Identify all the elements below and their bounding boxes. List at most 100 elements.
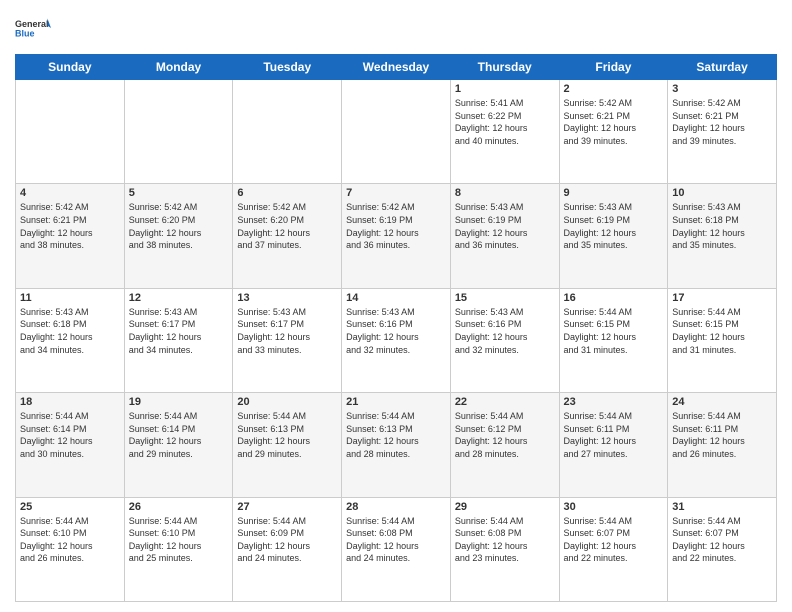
day-info: Sunrise: 5:43 AM Sunset: 6:18 PM Dayligh… [20,306,120,356]
day-info: Sunrise: 5:44 AM Sunset: 6:15 PM Dayligh… [564,306,664,356]
calendar-cell [124,80,233,184]
calendar-cell: 5 Sunrise: 5:42 AM Sunset: 6:20 PM Daylig… [124,184,233,288]
day-number: 7 [346,187,446,199]
day-info: Sunrise: 5:44 AM Sunset: 6:10 PM Dayligh… [20,515,120,565]
day-info: Sunrise: 5:44 AM Sunset: 6:13 PM Dayligh… [237,410,337,460]
day-info: Sunrise: 5:43 AM Sunset: 6:19 PM Dayligh… [564,201,664,251]
day-info: Sunrise: 5:42 AM Sunset: 6:20 PM Dayligh… [129,201,229,251]
day-number: 5 [129,187,229,199]
day-number: 1 [455,83,555,95]
calendar-cell: 9 Sunrise: 5:43 AM Sunset: 6:19 PM Daylig… [559,184,668,288]
day-number: 14 [346,292,446,304]
calendar-cell: 4Sunrise: 5:42 AM Sunset: 6:21 PM Daylig… [16,184,125,288]
day-number: 6 [237,187,337,199]
svg-text:General: General [15,19,49,29]
day-info: Sunrise: 5:44 AM Sunset: 6:11 PM Dayligh… [564,410,664,460]
day-info: Sunrise: 5:44 AM Sunset: 6:09 PM Dayligh… [237,515,337,565]
calendar-cell: 13 Sunrise: 5:43 AM Sunset: 6:17 PM Dayli… [233,288,342,392]
day-info: Sunrise: 5:43 AM Sunset: 6:18 PM Dayligh… [672,201,772,251]
calendar-cell: 17 Sunrise: 5:44 AM Sunset: 6:15 PM Dayli… [668,288,777,392]
day-info: Sunrise: 5:44 AM Sunset: 6:10 PM Dayligh… [129,515,229,565]
day-info: Sunrise: 5:44 AM Sunset: 6:07 PM Dayligh… [564,515,664,565]
day-number: 30 [564,501,664,513]
day-number: 31 [672,501,772,513]
day-info: Sunrise: 5:44 AM Sunset: 6:13 PM Dayligh… [346,410,446,460]
day-number: 13 [237,292,337,304]
calendar-cell: 11Sunrise: 5:43 AM Sunset: 6:18 PM Dayli… [16,288,125,392]
day-number: 26 [129,501,229,513]
day-info: Sunrise: 5:41 AM Sunset: 6:22 PM Dayligh… [455,97,555,147]
calendar-cell: 14 Sunrise: 5:43 AM Sunset: 6:16 PM Dayli… [342,288,451,392]
calendar-cell: 26 Sunrise: 5:44 AM Sunset: 6:10 PM Dayli… [124,497,233,601]
calendar-day-header: Wednesday [342,55,451,80]
calendar-cell [233,80,342,184]
day-number: 8 [455,187,555,199]
day-number: 24 [672,396,772,408]
calendar-cell: 1 Sunrise: 5:41 AM Sunset: 6:22 PM Daylig… [450,80,559,184]
day-info: Sunrise: 5:43 AM Sunset: 6:16 PM Dayligh… [346,306,446,356]
day-number: 20 [237,396,337,408]
day-number: 23 [564,396,664,408]
calendar-cell: 18 Sunrise: 5:44 AM Sunset: 6:14 PM Dayli… [16,393,125,497]
calendar-cell: 7 Sunrise: 5:42 AM Sunset: 6:19 PM Daylig… [342,184,451,288]
day-number: 17 [672,292,772,304]
day-info: Sunrise: 5:42 AM Sunset: 6:21 PM Dayligh… [20,201,120,251]
day-info: Sunrise: 5:43 AM Sunset: 6:17 PM Dayligh… [129,306,229,356]
day-info: Sunrise: 5:42 AM Sunset: 6:21 PM Dayligh… [564,97,664,147]
day-number: 25 [20,501,120,513]
day-number: 2 [564,83,664,95]
day-info: Sunrise: 5:44 AM Sunset: 6:15 PM Dayligh… [672,306,772,356]
logo: General Blue [15,10,51,46]
day-number: 10 [672,187,772,199]
page: General Blue SundayMondayTuesdayWednesda… [0,0,792,612]
day-info: Sunrise: 5:42 AM Sunset: 6:21 PM Dayligh… [672,97,772,147]
day-info: Sunrise: 5:44 AM Sunset: 6:14 PM Dayligh… [129,410,229,460]
calendar-cell: 30 Sunrise: 5:44 AM Sunset: 6:07 PM Dayli… [559,497,668,601]
day-info: Sunrise: 5:43 AM Sunset: 6:17 PM Dayligh… [237,306,337,356]
day-number: 3 [672,83,772,95]
calendar-cell: 12 Sunrise: 5:43 AM Sunset: 6:17 PM Dayli… [124,288,233,392]
calendar-cell: 3 Sunrise: 5:42 AM Sunset: 6:21 PM Daylig… [668,80,777,184]
calendar-cell [342,80,451,184]
calendar-cell: 31 Sunrise: 5:44 AM Sunset: 6:07 PM Dayli… [668,497,777,601]
day-info: Sunrise: 5:44 AM Sunset: 6:08 PM Dayligh… [346,515,446,565]
day-number: 28 [346,501,446,513]
day-number: 12 [129,292,229,304]
calendar-cell: 15 Sunrise: 5:43 AM Sunset: 6:16 PM Dayli… [450,288,559,392]
calendar-week-row: 11Sunrise: 5:43 AM Sunset: 6:18 PM Dayli… [16,288,777,392]
day-number: 22 [455,396,555,408]
day-info: Sunrise: 5:44 AM Sunset: 6:07 PM Dayligh… [672,515,772,565]
calendar-day-header: Monday [124,55,233,80]
day-info: Sunrise: 5:42 AM Sunset: 6:19 PM Dayligh… [346,201,446,251]
day-info: Sunrise: 5:44 AM Sunset: 6:11 PM Dayligh… [672,410,772,460]
calendar-cell: 24 Sunrise: 5:44 AM Sunset: 6:11 PM Dayli… [668,393,777,497]
calendar-cell: 29 Sunrise: 5:44 AM Sunset: 6:08 PM Dayli… [450,497,559,601]
calendar-week-row: 1 Sunrise: 5:41 AM Sunset: 6:22 PM Daylig… [16,80,777,184]
day-number: 15 [455,292,555,304]
day-number: 27 [237,501,337,513]
day-info: Sunrise: 5:44 AM Sunset: 6:12 PM Dayligh… [455,410,555,460]
calendar-day-header: Saturday [668,55,777,80]
calendar-cell: 20 Sunrise: 5:44 AM Sunset: 6:13 PM Dayli… [233,393,342,497]
calendar-cell: 22 Sunrise: 5:44 AM Sunset: 6:12 PM Dayli… [450,393,559,497]
calendar-cell: 27 Sunrise: 5:44 AM Sunset: 6:09 PM Dayli… [233,497,342,601]
calendar-cell: 2 Sunrise: 5:42 AM Sunset: 6:21 PM Daylig… [559,80,668,184]
calendar-cell: 28 Sunrise: 5:44 AM Sunset: 6:08 PM Dayli… [342,497,451,601]
calendar-cell: 25 Sunrise: 5:44 AM Sunset: 6:10 PM Dayli… [16,497,125,601]
calendar-cell: 8Sunrise: 5:43 AM Sunset: 6:19 PM Daylig… [450,184,559,288]
calendar-cell: 21 Sunrise: 5:44 AM Sunset: 6:13 PM Dayli… [342,393,451,497]
day-info: Sunrise: 5:44 AM Sunset: 6:08 PM Dayligh… [455,515,555,565]
day-info: Sunrise: 5:44 AM Sunset: 6:14 PM Dayligh… [20,410,120,460]
day-info: Sunrise: 5:42 AM Sunset: 6:20 PM Dayligh… [237,201,337,251]
calendar-cell: 10 Sunrise: 5:43 AM Sunset: 6:18 PM Dayli… [668,184,777,288]
calendar-header-row: SundayMondayTuesdayWednesdayThursdayFrid… [16,55,777,80]
day-info: Sunrise: 5:43 AM Sunset: 6:16 PM Dayligh… [455,306,555,356]
calendar-week-row: 4Sunrise: 5:42 AM Sunset: 6:21 PM Daylig… [16,184,777,288]
day-number: 9 [564,187,664,199]
day-number: 21 [346,396,446,408]
calendar-table: SundayMondayTuesdayWednesdayThursdayFrid… [15,54,777,602]
day-number: 29 [455,501,555,513]
calendar-cell: 16Sunrise: 5:44 AM Sunset: 6:15 PM Dayli… [559,288,668,392]
day-number: 18 [20,396,120,408]
calendar-day-header: Thursday [450,55,559,80]
